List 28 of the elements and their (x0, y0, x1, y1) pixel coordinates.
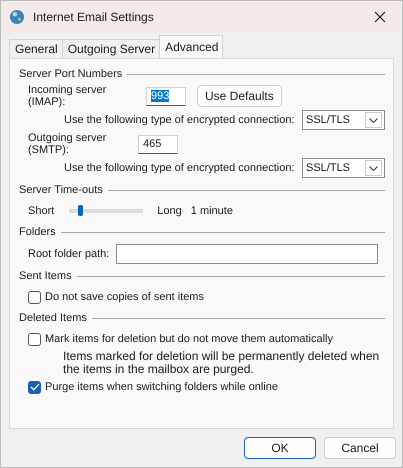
dialog-button[interactable]: Cancel (324, 437, 396, 459)
dialog-button[interactable]: OK (244, 437, 316, 459)
window-title: Internet Email Settings (33, 10, 155, 24)
tab[interactable]: Outgoing Server (62, 39, 160, 58)
field-label: Outgoing server (SMTP): (28, 132, 108, 156)
checkbox-label[interactable]: Do not save copies of sent items (45, 291, 204, 303)
encryption-dropdown[interactable]: SSL/TLS (302, 158, 385, 178)
group-heading: Server Port Numbers (19, 68, 122, 80)
group-heading: Folders (19, 226, 56, 238)
checkbox-label[interactable]: Mark items for deletion but do not move them automatically (45, 333, 333, 345)
field-label: Incoming server (IMAP): (28, 84, 108, 108)
tab[interactable]: General (9, 39, 63, 58)
group-heading: Sent Items (19, 270, 72, 282)
timeout-value: 1 minute (190, 205, 233, 217)
checkbox-label[interactable]: Purge items when switching folders while online (45, 381, 278, 393)
port-field[interactable]: 465 (138, 134, 178, 154)
use-defaults-button[interactable]: Use Defaults (197, 85, 282, 107)
field-label: Use the following type of encrypted connection: (64, 114, 295, 126)
field-label: Use the following type of encrypted connection: (64, 162, 295, 174)
help-text: Items marked for deletion will be permanently deleted when the items in the mailbox are purged. (63, 350, 380, 376)
encryption-dropdown[interactable]: SSL/TLS (302, 110, 385, 130)
slider-label: Long (157, 205, 182, 217)
port-field[interactable]: 993 (146, 86, 186, 106)
field-label: Root folder path: (28, 248, 110, 260)
group-heading: Deleted Items (19, 312, 87, 324)
tab[interactable]: Advanced (159, 35, 224, 58)
group-heading: Server Time-outs (19, 184, 103, 196)
slider-label: Short (28, 205, 54, 217)
